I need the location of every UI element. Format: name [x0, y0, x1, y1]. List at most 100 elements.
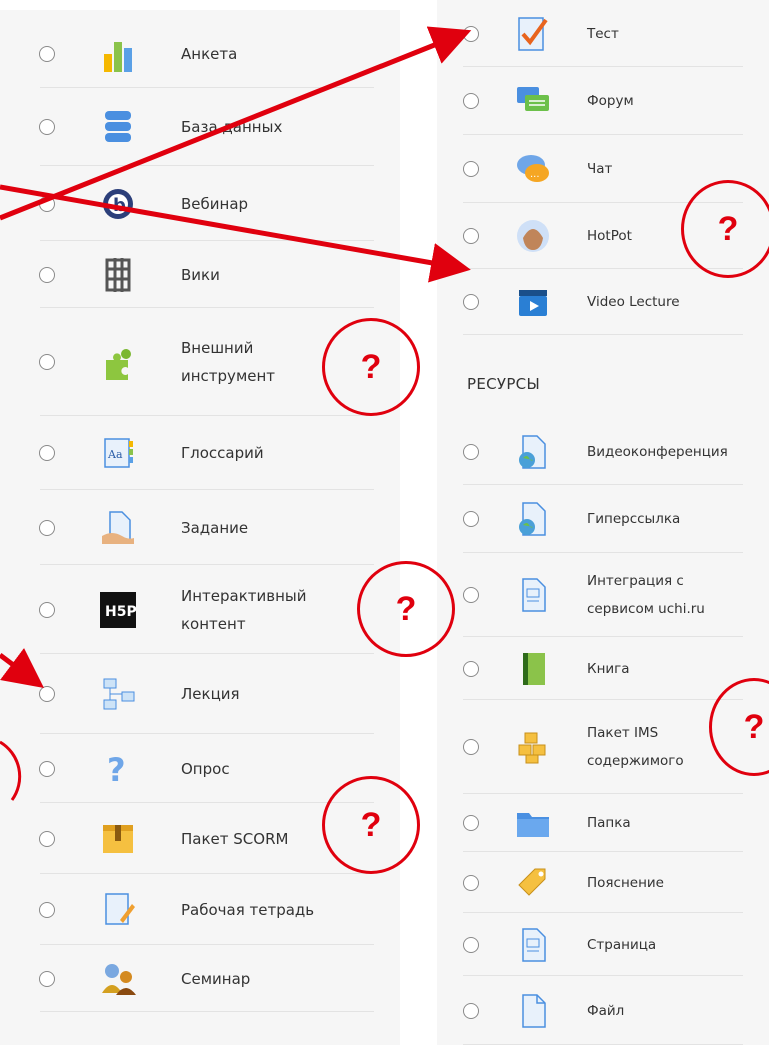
radio-button[interactable]	[463, 1002, 479, 1019]
radio-button[interactable]	[39, 830, 55, 847]
radio-button[interactable]	[463, 93, 479, 109]
question-mark-circle: ?	[357, 561, 455, 657]
activity-label: Чат	[587, 161, 613, 177]
scorm-package-icon	[98, 819, 138, 859]
radio-button[interactable]	[39, 601, 55, 618]
question-icon: ?	[98, 749, 138, 789]
webinar-icon: b	[98, 184, 138, 224]
svg-text:?: ?	[107, 751, 126, 789]
radio-button[interactable]	[39, 46, 55, 62]
activity-label: Анкета	[181, 45, 238, 63]
database-icon	[98, 107, 138, 147]
activity-row-5[interactable]: Папка	[437, 794, 769, 852]
radio-button[interactable]	[39, 686, 55, 702]
radio-button[interactable]	[463, 874, 479, 891]
activity-label: Рабочая тетрадь	[181, 900, 315, 919]
radio-button[interactable]	[463, 294, 479, 310]
activity-label: Задание	[181, 518, 249, 537]
globe-page-icon	[513, 432, 553, 472]
radio-button[interactable]	[463, 936, 479, 953]
quiz-check-icon	[513, 14, 553, 54]
activity-label: Глоссарий	[181, 444, 264, 462]
activity-row-11[interactable]: Рабочая тетрадь	[0, 874, 400, 945]
activity-label: Тест	[587, 25, 619, 42]
radio-button[interactable]	[463, 444, 479, 460]
survey-bars-icon	[98, 34, 138, 74]
activity-label: Интеграция с	[587, 573, 684, 589]
file-icon	[513, 991, 553, 1031]
hotpot-icon	[513, 216, 553, 256]
external-tool-puzzle-icon	[98, 342, 138, 382]
activity-row-0[interactable]: Тест	[437, 0, 769, 67]
radio-button[interactable]	[463, 739, 479, 755]
activity-row-3[interactable]: Книга	[437, 637, 769, 700]
svg-text:H5P: H5P	[105, 604, 137, 620]
activity-row-6[interactable]: Пояснение	[437, 852, 769, 913]
activity-row-7[interactable]: Страница	[437, 913, 769, 976]
activity-row-5[interactable]: Aa Глоссарий	[0, 416, 400, 490]
radio-button[interactable]	[463, 587, 479, 603]
activity-label: Пакет IMS	[587, 725, 659, 741]
activity-row-0[interactable]: Анкета	[0, 20, 400, 88]
activity-label: Video Lecture	[587, 294, 680, 310]
question-mark-circle: ?	[322, 776, 420, 874]
folder-icon	[513, 803, 553, 843]
left-activity-list: Анкета База данных b Вебинар Вики инструмент В…	[0, 10, 400, 1045]
radio-button[interactable]	[39, 445, 55, 461]
radio-button[interactable]	[39, 760, 55, 777]
activity-label-line2: контент	[181, 614, 246, 633]
activity-row-3[interactable]: Вики	[0, 241, 400, 308]
right-activity-list: РЕСУРСЫ Тест Форум... Чат HotPot Video Lectu…	[437, 0, 769, 1045]
radio-button[interactable]	[39, 970, 55, 987]
radio-button[interactable]	[463, 161, 479, 177]
activity-label: Гиперссылка	[587, 511, 681, 527]
radio-button[interactable]	[463, 660, 479, 677]
radio-button[interactable]	[39, 519, 55, 536]
radio-button[interactable]	[463, 25, 479, 42]
workbook-icon	[98, 890, 138, 930]
activity-row-1[interactable]: Форум	[437, 67, 769, 135]
h5p-icon: H5P	[98, 590, 138, 630]
resources-section-title: РЕСУРСЫ	[467, 375, 540, 393]
activity-row-1[interactable]: Гиперссылка	[437, 485, 769, 553]
radio-button[interactable]	[463, 511, 479, 527]
activity-label-line2: содержимого	[587, 753, 684, 769]
activity-label: Внешний	[181, 339, 254, 357]
radio-button[interactable]	[463, 228, 479, 244]
radio-button[interactable]	[463, 815, 479, 831]
radio-button[interactable]	[39, 119, 55, 135]
activity-label: Книга	[587, 660, 630, 677]
lesson-icon	[98, 674, 138, 714]
chat-icon: ...	[513, 149, 553, 189]
video-clapper-icon	[513, 282, 553, 322]
activity-row-1[interactable]: База данных	[0, 88, 400, 166]
activity-row-2[interactable]: сервисом uchi.ru Интеграция с	[437, 553, 769, 637]
activity-row-8[interactable]: Файл	[437, 976, 769, 1045]
svg-text:Aa: Aa	[107, 448, 123, 461]
activity-label-line2: инструмент	[181, 367, 276, 385]
book-icon	[513, 649, 553, 689]
radio-button[interactable]	[39, 195, 55, 212]
activity-row-6[interactable]: Задание	[0, 490, 400, 565]
page-icon	[513, 925, 553, 965]
activity-label: Форум	[587, 93, 634, 109]
activity-row-0[interactable]: Видеоконференция	[437, 419, 769, 485]
radio-button[interactable]	[39, 354, 55, 370]
radio-button[interactable]	[39, 901, 55, 918]
activity-label: Папка	[587, 815, 631, 831]
activity-row-4[interactable]: Video Lecture	[437, 269, 769, 335]
activity-label: Пояснение	[587, 874, 664, 891]
radio-button[interactable]	[39, 266, 55, 283]
svg-text:...: ...	[530, 169, 540, 180]
assignment-icon	[98, 508, 138, 548]
activity-label: Видеоконференция	[587, 444, 728, 460]
activity-row-2[interactable]: b Вебинар	[0, 166, 400, 241]
activity-row-12[interactable]: Семинар	[0, 945, 400, 1012]
activity-row-8[interactable]: Лекция	[0, 654, 400, 734]
label-tag-icon	[513, 863, 553, 903]
activity-label: Вики	[181, 265, 220, 284]
activity-label-line2: сервисом uchi.ru	[587, 601, 705, 617]
activity-label: Вебинар	[181, 194, 249, 213]
activity-row-7[interactable]: H5P контент Интерактивный	[0, 565, 400, 654]
activity-label: Интерактивный	[181, 586, 307, 605]
